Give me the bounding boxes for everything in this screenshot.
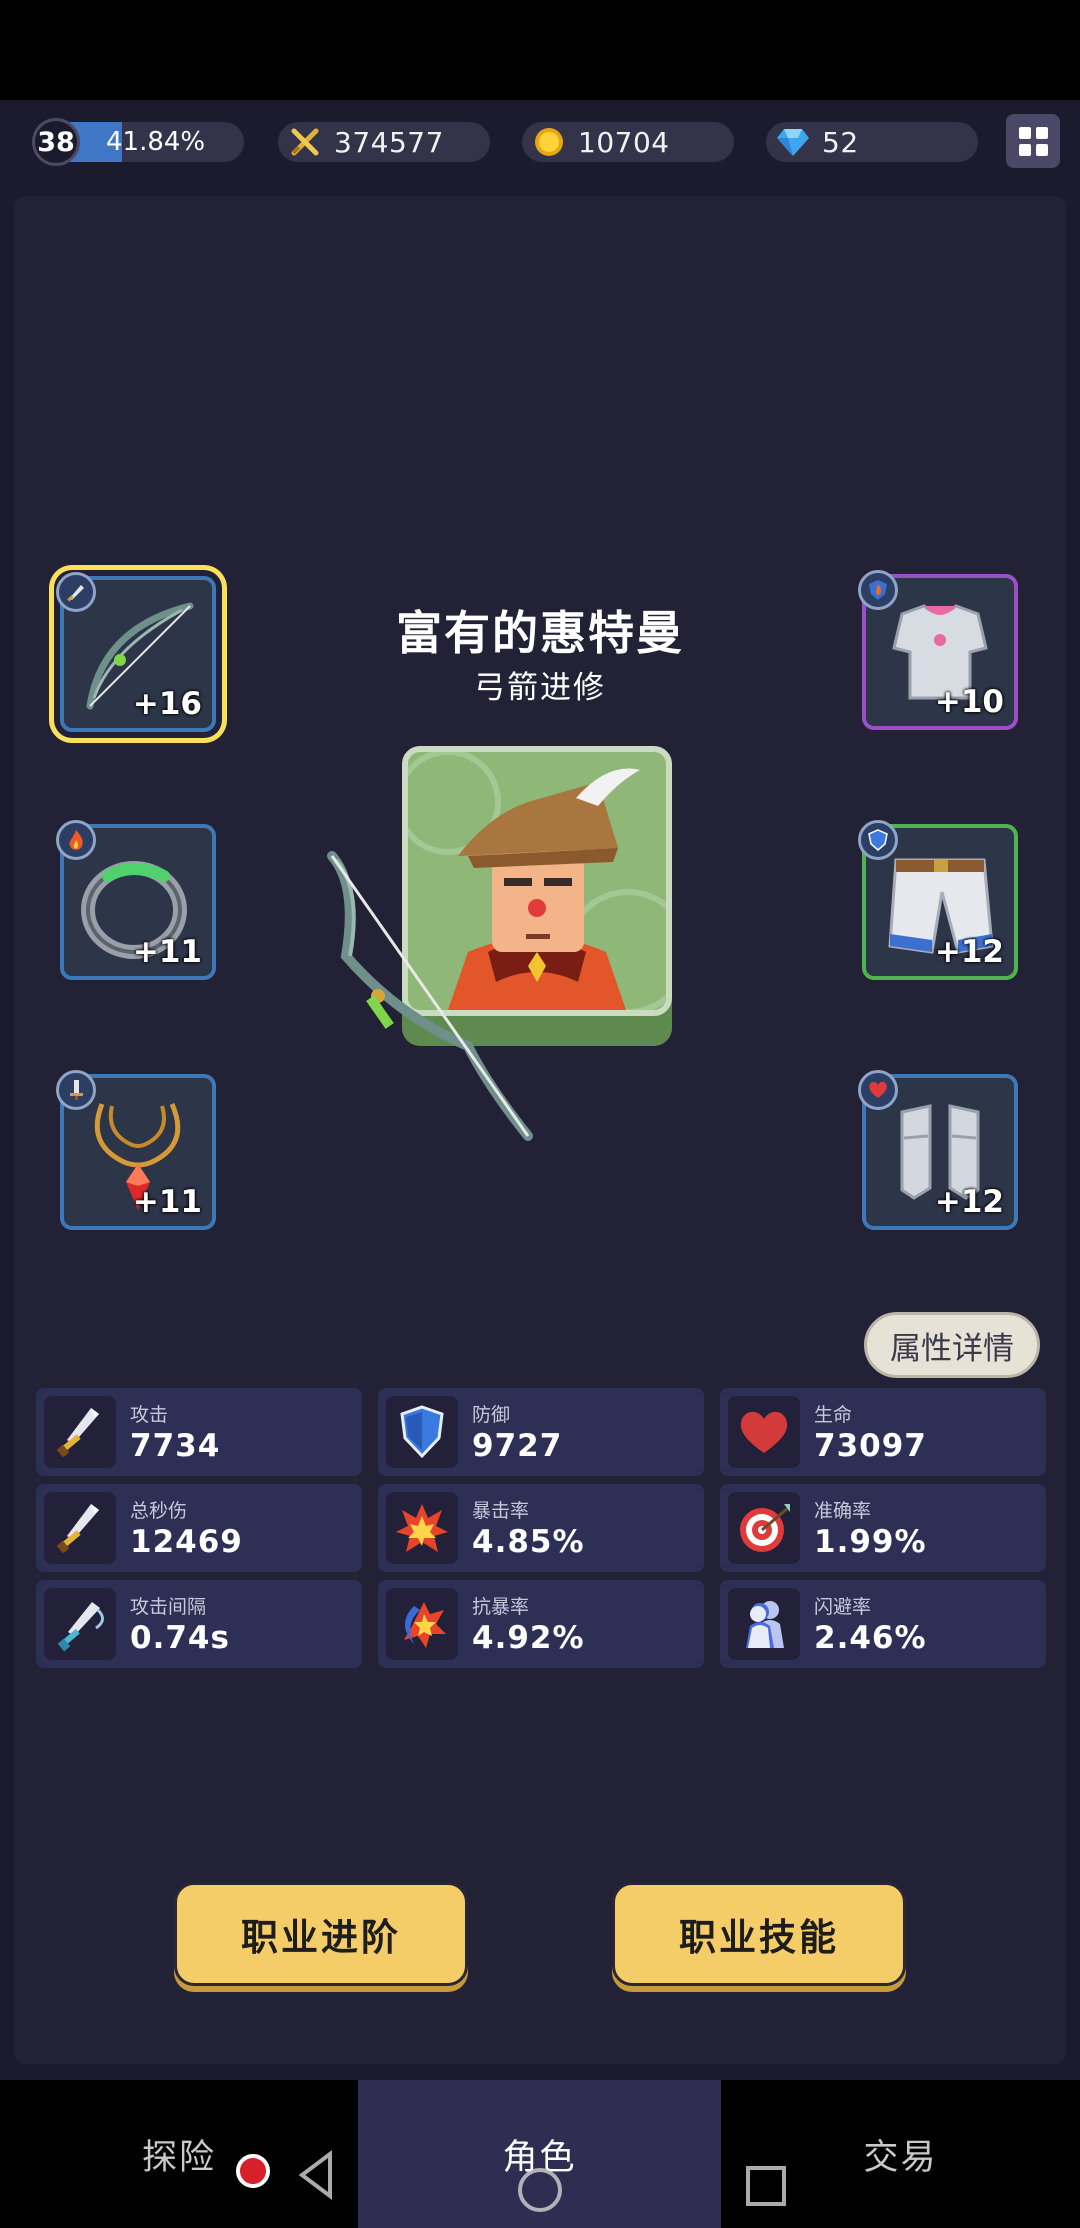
target-icon [728, 1492, 800, 1564]
stat-label: 防御 [472, 1404, 511, 1426]
stat-card: 暴击率 4.85% [378, 1484, 704, 1572]
stat-card: 总秒伤 12469 [36, 1484, 362, 1572]
explosion-icon [386, 1492, 458, 1564]
pants-level: +12 [934, 934, 1004, 970]
equip-slot-weapon[interactable]: +16 [56, 572, 216, 732]
power-counter[interactable]: 374577 [278, 122, 490, 162]
fire-icon [56, 820, 96, 860]
attribute-detail-button[interactable]: 属性详情 [864, 1312, 1040, 1378]
heart-icon [728, 1396, 800, 1468]
stat-value: 0.74s [130, 1620, 230, 1656]
stat-label: 总秒伤 [130, 1500, 188, 1522]
stat-label: 生命 [814, 1404, 853, 1426]
power-value: 374577 [334, 125, 444, 159]
status-bar [0, 0, 1080, 100]
gold-value: 10704 [578, 125, 670, 159]
hero-bow-weapon [327, 851, 533, 1141]
weapon-level: +16 [132, 686, 202, 722]
stat-card: 防御 9727 [378, 1388, 704, 1476]
game-screen: 41.84% 38 374577 10704 52 富有的惠特曼 弓箭进修 +1… [0, 0, 1080, 2228]
stat-card: 闪避率 2.46% [720, 1580, 1046, 1668]
equip-slot-armor[interactable]: +10 [858, 570, 1018, 730]
equip-slot-pants[interactable]: +12 [858, 820, 1018, 980]
class-skills-button[interactable]: 职业技能 [612, 1882, 906, 1986]
equip-slot-ring[interactable]: +11 [56, 820, 216, 980]
system-home-icon[interactable] [516, 2166, 564, 2214]
diamond-counter[interactable]: 52 [766, 122, 978, 162]
notification-dot [236, 2154, 270, 2188]
sword-icon [44, 1396, 116, 1468]
anti-crit-icon [386, 1588, 458, 1660]
stat-card: 生命 73097 [720, 1388, 1046, 1476]
stat-label: 抗暴率 [472, 1596, 530, 1618]
stat-card: 准确率 1.99% [720, 1484, 1046, 1572]
sword-icon [44, 1492, 116, 1564]
sword-icon [56, 1070, 96, 1110]
stat-label: 攻击 [130, 1404, 169, 1426]
grid-icon [1018, 126, 1031, 139]
stat-value: 12469 [130, 1524, 243, 1560]
heart-icon [858, 1070, 898, 1110]
stat-card: 攻击 7734 [36, 1388, 362, 1476]
diamond-icon [776, 125, 810, 159]
stat-value: 4.92% [472, 1620, 585, 1656]
resource-bar: 41.84% 38 374577 10704 52 [0, 100, 1080, 182]
ring-level: +11 [132, 934, 202, 970]
stat-value: 2.46% [814, 1620, 927, 1656]
stat-label: 准确率 [814, 1500, 872, 1522]
boots-level: +12 [934, 1184, 1004, 1220]
stat-label: 攻击间隔 [130, 1596, 207, 1618]
fire-shield-icon [858, 570, 898, 610]
class-advance-button[interactable]: 职业进阶 [174, 1882, 468, 1986]
gold-counter[interactable]: 10704 [522, 122, 734, 162]
gold-coin-icon [532, 125, 566, 159]
dagger-icon [56, 572, 96, 612]
level-badge: 38 [32, 118, 80, 166]
stat-label: 暴击率 [472, 1500, 530, 1522]
diamond-value: 52 [822, 125, 859, 159]
stat-card: 攻击间隔 0.74s [36, 1580, 362, 1668]
armor-level: +10 [934, 684, 1004, 720]
stat-value: 9727 [472, 1428, 563, 1464]
crossed-swords-icon [288, 125, 322, 159]
equip-slot-boots[interactable]: +12 [858, 1070, 1018, 1230]
nav-trade-label: 交易 [863, 2137, 938, 2178]
stat-label: 闪避率 [814, 1596, 872, 1618]
bottom-nav: 探险 角色 交易 [0, 2080, 1080, 2228]
system-recents-icon[interactable] [744, 2164, 788, 2208]
equip-slot-necklace[interactable]: +11 [56, 1070, 216, 1230]
nav-explore-label: 探险 [141, 2137, 216, 2178]
necklace-level: +11 [132, 1184, 202, 1220]
shield-icon [858, 820, 898, 860]
exp-percent: 41.84% [106, 127, 206, 157]
system-back-icon[interactable] [296, 2150, 336, 2200]
swift-sword-icon [44, 1588, 116, 1660]
stat-value: 4.85% [472, 1524, 585, 1560]
dodge-icon [728, 1588, 800, 1660]
grid-menu-button[interactable] [1006, 114, 1060, 168]
stat-card: 抗暴率 4.92% [378, 1580, 704, 1668]
stat-value: 1.99% [814, 1524, 927, 1560]
stat-value: 73097 [814, 1428, 927, 1464]
stat-value: 7734 [130, 1428, 221, 1464]
shield-icon [386, 1396, 458, 1468]
